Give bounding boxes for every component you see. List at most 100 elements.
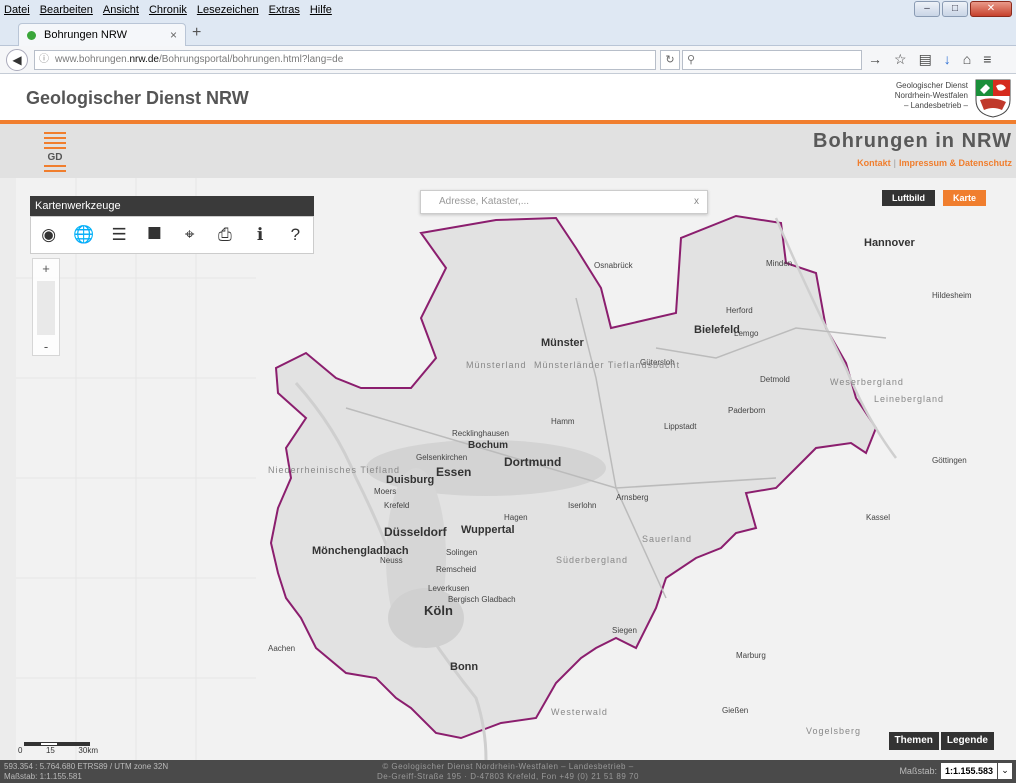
hamburger-menu-icon[interactable]: ≡ (983, 51, 991, 68)
tab-close-icon[interactable]: × (170, 28, 177, 42)
map-canvas[interactable]: Münster Bielefeld Essen Dortmund Bochum … (16, 178, 1016, 760)
place-label: Minden (766, 259, 792, 268)
link-impressum[interactable]: Impressum & Datenschutz (899, 158, 1012, 168)
place-label: Göttingen (932, 456, 967, 465)
menu-extras[interactable]: Extras (269, 4, 300, 16)
place-label: Remscheid (436, 565, 476, 574)
browser-tab[interactable]: Bohrungen NRW × (18, 23, 186, 46)
place-label: Lemgo (734, 329, 759, 338)
bookmark-star-icon[interactable]: ☆ (894, 51, 907, 68)
legend-button[interactable]: Legende (940, 732, 994, 750)
info-icon[interactable]: ℹ (247, 225, 273, 245)
minimize-icon[interactable]: – (914, 1, 940, 17)
clear-search-icon[interactable]: x (694, 191, 699, 213)
print-icon[interactable]: ⎙ (212, 225, 238, 245)
window-close-icon[interactable]: ✕ (970, 1, 1012, 17)
url-host: www.bohrungen. (55, 54, 130, 65)
place-label: Marburg (736, 651, 766, 660)
back-button[interactable]: ◀ (6, 49, 28, 71)
scale-label: 0 (18, 746, 23, 755)
reading-list-icon[interactable]: ▤ (919, 51, 932, 68)
menu-datei[interactable]: Datei (4, 4, 30, 16)
menu-bearbeiten[interactable]: Bearbeiten (40, 4, 93, 16)
place-label: Duisburg (386, 474, 434, 486)
new-tab-button[interactable]: + (192, 24, 201, 42)
tab-title: Bohrungen NRW (44, 29, 127, 41)
download-icon[interactable]: ↓ (944, 51, 951, 68)
browser-window: Datei Bearbeiten Ansicht Chronik Lesezei… (0, 0, 1016, 783)
address-search-input[interactable]: Adresse, Kataster,... x (420, 190, 708, 214)
menu-hilfe[interactable]: Hilfe (310, 4, 332, 16)
place-label: Dortmund (504, 455, 561, 469)
place-label: Bielefeld (694, 324, 740, 336)
place-label: Köln (424, 603, 453, 618)
place-label: Gelsenkirchen (416, 453, 467, 462)
region-label: Weserbergland (830, 377, 904, 387)
search-icon: ⚲ (687, 54, 696, 66)
address-placeholder: Adresse, Kataster,... (439, 196, 530, 207)
zoom-slider[interactable] (37, 281, 55, 335)
info-icon[interactable]: ⓘ (39, 51, 49, 69)
themes-button[interactable]: Themen (888, 732, 939, 750)
brand-line: Geologischer Dienst (895, 81, 968, 90)
place-label: Neuss (380, 556, 403, 565)
nrw-outline-icon[interactable]: ◉ (36, 225, 62, 245)
globe-icon[interactable]: 🌐 (71, 225, 97, 245)
maximize-icon[interactable]: □ (942, 1, 968, 17)
place-label: Iserlohn (568, 501, 596, 510)
site-links: Kontakt | Impressum & Datenschutz (857, 158, 1012, 168)
place-label: Essen (436, 465, 471, 479)
home-icon[interactable]: ⌂ (963, 51, 971, 68)
gd-brand: Geologischer Dienst Nordrhein-Westfalen … (895, 81, 968, 111)
place-label: Recklinghausen (452, 429, 509, 438)
place-label: Hagen (504, 513, 528, 522)
link-kontakt[interactable]: Kontakt (857, 158, 891, 168)
scale-select[interactable]: 1:1.155.583 (940, 763, 997, 779)
app-banner: GD Bohrungen in NRW Kontakt | Impressum & … (0, 124, 1016, 178)
locate-icon[interactable]: ⌖ (177, 225, 203, 245)
browser-toolbar: → ☆ ▤ ↓ ⌂ ≡ (868, 51, 991, 68)
region-label: Süderbergland (556, 555, 628, 565)
place-label: Osnabrück (594, 261, 634, 270)
site-header: Geologischer Dienst NRW Geologischer Die… (0, 74, 1016, 120)
zoom-in-button[interactable]: + (33, 259, 59, 279)
status-bar: 593.354 : 5.764.680 ETRS89 / UTM zone 32… (0, 760, 1016, 783)
zoom-control: + - (32, 258, 60, 356)
chevron-down-icon[interactable]: ⌄ (998, 763, 1012, 779)
map-panel-buttons: Themen Legende (888, 732, 994, 750)
place-label: Lippstadt (664, 422, 697, 431)
place-label: Krefeld (384, 501, 409, 510)
zoom-out-button[interactable]: - (33, 337, 59, 357)
region-label: Westerwald (551, 707, 608, 717)
aerial-layer-button[interactable]: Luftbild (881, 190, 935, 206)
place-label: Arnsberg (616, 493, 648, 502)
map-layer-button[interactable]: Karte (942, 190, 986, 206)
gd-logo[interactable]: GD (44, 132, 66, 178)
favicon-icon (27, 30, 36, 40)
toolbox-title: Kartenwerkzeuge (30, 196, 314, 216)
scale-label: 15 (45, 746, 55, 755)
toolbox-buttons: ◉ 🌐 ☰ ⯀ ⌖ ⎙ ℹ ? (30, 216, 314, 254)
menu-lesezeichen[interactable]: Lesezeichen (197, 4, 259, 16)
menu-chronik[interactable]: Chronik (149, 4, 187, 16)
app-title: Bohrungen in NRW (813, 130, 1012, 152)
reload-icon[interactable]: ↻ (660, 50, 680, 70)
place-label: Solingen (446, 548, 477, 557)
window-controls: – □ ✕ (914, 1, 1012, 17)
place-label: Wuppertal (461, 524, 515, 536)
site-title[interactable]: Geologischer Dienst NRW (26, 88, 249, 109)
layers-add-icon[interactable]: ☰ (106, 225, 132, 245)
select-cursor-icon[interactable]: ⯀ (141, 225, 167, 245)
arrow-right-icon[interactable]: → (868, 51, 882, 68)
address-bar[interactable]: ⓘ www.bohrungen.nrw.de/Bohrungsportal/bo… (34, 50, 656, 70)
copyright-line: De-Greiff-Straße 195 · D-47803 Krefeld, … (377, 772, 639, 781)
region-label: Niederrheinisches Tiefland (268, 465, 400, 475)
region-label: Münsterländer Tieflandsbucht (534, 360, 680, 370)
place-label: Leverkusen (428, 584, 469, 593)
help-icon[interactable]: ? (282, 225, 308, 245)
menu-ansicht[interactable]: Ansicht (103, 4, 139, 16)
region-label: Münsterland (466, 360, 527, 370)
browser-search-input[interactable]: ⚲ (682, 50, 862, 70)
place-label: Bochum (468, 440, 508, 451)
gd-logo-text: GD (47, 152, 63, 163)
